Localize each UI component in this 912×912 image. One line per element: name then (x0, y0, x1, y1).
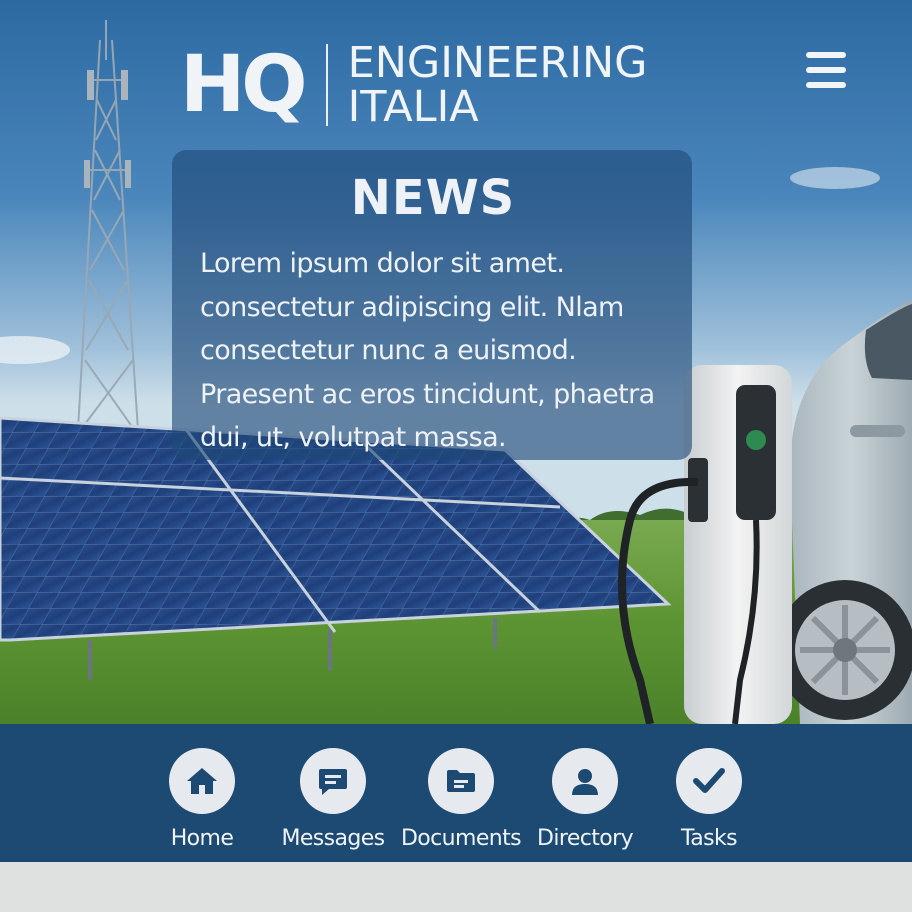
nav-label-messages: Messages (281, 826, 385, 851)
footer-strip (0, 862, 912, 912)
brand-logo: HQ ENGINEERING ITALIA (180, 40, 647, 130)
checkmark-icon[interactable] (676, 748, 742, 814)
brand-divider (325, 44, 328, 126)
folder-icon[interactable] (428, 748, 494, 814)
brand-name-line1: ENGINEERING (347, 38, 648, 88)
nav-item-directory[interactable]: Directory (515, 724, 655, 862)
nav-label-directory: Directory (537, 826, 634, 851)
hamburger-menu-icon[interactable] (806, 52, 850, 88)
nav-label-tasks: Tasks (681, 826, 738, 851)
nav-item-home[interactable]: Home (132, 724, 272, 862)
nav-label-home: Home (170, 826, 234, 851)
news-line: consectetur adipiscing elit. Nlam (200, 291, 624, 323)
news-line: dui, ut, volutpat massa. (200, 422, 507, 453)
menu-bar (806, 52, 846, 58)
news-body: Lorem ipsum dolor sit amet. consectetur … (200, 242, 666, 460)
chat-bubble-icon[interactable] (300, 748, 366, 814)
menu-bar (806, 67, 846, 73)
bottom-navigation: Home Messages Documents Directory Tasks (0, 724, 912, 862)
news-panel: NEWS Lorem ipsum dolor sit amet. consect… (172, 150, 692, 460)
nav-item-documents[interactable]: Documents (391, 724, 531, 862)
news-line: Lorem ipsum dolor sit amet. (200, 248, 565, 279)
brand-name: ENGINEERING ITALIA (348, 41, 648, 129)
news-title: NEWS (350, 170, 516, 226)
person-icon[interactable] (552, 748, 618, 814)
nav-item-tasks[interactable]: Tasks (639, 724, 779, 862)
menu-bar (806, 82, 846, 88)
home-icon[interactable] (169, 748, 235, 814)
brand-mark: HQ (180, 40, 308, 130)
nav-item-messages[interactable]: Messages (263, 724, 403, 862)
news-line: consectetur nunc a euismod. (200, 335, 577, 366)
nav-label-documents: Documents (400, 826, 522, 851)
news-line: Praesent ac eros tincidunt, phaetra (200, 378, 655, 410)
brand-name-line2: ITALIA (347, 82, 479, 132)
hero-banner: HQ ENGINEERING ITALIA NEWS Lorem ipsum d… (0, 0, 912, 724)
